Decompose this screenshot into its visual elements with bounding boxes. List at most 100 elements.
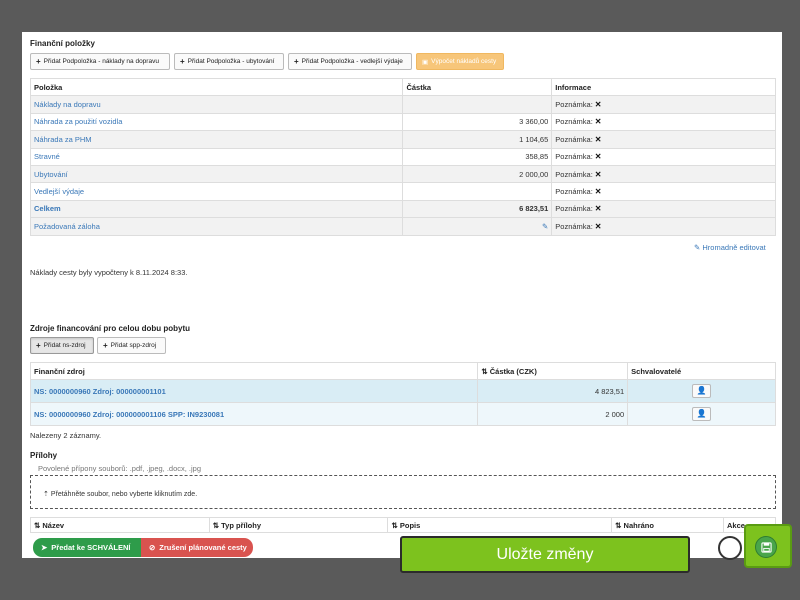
funding-table: Finanční zdroj ⇅ Částka (CZK) Schvalovat… <box>29 362 776 426</box>
plus-icon: + <box>36 341 41 350</box>
column-header-source[interactable]: Finanční zdroj <box>29 362 479 380</box>
cost-item-amount: 1 104,65 <box>402 130 553 149</box>
plus-icon: + <box>294 57 299 66</box>
user-icon[interactable]: 👤 <box>692 407 712 421</box>
table-row: Požadovaná záloha ✎ Poznámka: ✕ <box>29 217 776 236</box>
table-row: Celkem 6 823,51 Poznámka: ✕ <box>29 199 776 219</box>
add-spp-source-button[interactable]: + Přidat spp-zdroj <box>97 337 166 354</box>
plus-icon: + <box>36 57 41 66</box>
close-icon[interactable]: ✕ <box>595 222 602 231</box>
sort-icon: ⇅ <box>615 520 622 530</box>
funding-source[interactable]: NS: 0000000960 Zdroj: 000000001106 SPP: … <box>29 402 479 426</box>
cost-item-amount: 6 823,51 <box>402 199 553 219</box>
allowed-extensions-text: Povolené přípony souborů: .pdf, .jpeg, .… <box>38 464 202 473</box>
close-icon[interactable]: ✕ <box>595 135 602 144</box>
close-icon[interactable]: ✕ <box>595 204 602 213</box>
cost-item-note: Poznámka: ✕ <box>551 199 776 219</box>
close-icon[interactable]: ✕ <box>595 100 602 109</box>
add-transport-button[interactable]: + Přidat Podpoložka - náklady na dopravu <box>30 53 170 70</box>
cancel-trip-button[interactable]: ⊘ Zrušení plánované cesty <box>141 538 253 557</box>
small-circle-indicator <box>718 536 742 560</box>
close-icon[interactable]: ✕ <box>595 152 602 161</box>
table-row: Stravné 358,85 Poznámka: ✕ <box>29 147 776 166</box>
close-icon[interactable]: ✕ <box>595 187 602 196</box>
cost-item-amount: ✎ <box>402 217 553 236</box>
column-header-uploaded[interactable]: ⇅ Nahráno <box>611 517 724 533</box>
cost-item-amount: 3 360,00 <box>402 112 553 132</box>
attachments-title: Přílohy <box>30 451 58 460</box>
column-header-approvers[interactable]: Schvalovatelé <box>627 362 776 380</box>
cost-item-note: Poznámka: ✕ <box>551 217 776 236</box>
column-header-item[interactable]: Položka <box>29 77 404 97</box>
pencil-icon[interactable]: ✎ <box>542 222 548 231</box>
attachments-table: ⇅ Název ⇅ Typ přílohy ⇅ Popis ⇅ Nahráno … <box>30 517 776 533</box>
funding-source[interactable]: NS: 0000000960 Zdroj: 000000001101 <box>29 379 479 403</box>
column-header-info[interactable]: Informace <box>551 77 776 97</box>
column-header-name[interactable]: ⇅ Název <box>30 517 210 533</box>
table-row: NS: 0000000960 Zdroj: 000000001101 4 823… <box>29 379 776 403</box>
cost-item-note: Poznámka: ✕ <box>551 147 776 166</box>
add-accommodation-button[interactable]: + Přidat Podpoložka - ubytování <box>174 53 284 70</box>
column-header-type[interactable]: ⇅ Typ přílohy <box>208 517 389 533</box>
funding-amount: 2 000 <box>477 402 629 426</box>
plus-icon: + <box>180 57 185 66</box>
approvers-cell: 👤 <box>627 402 776 426</box>
cost-item-note: Poznámka: ✕ <box>551 182 776 201</box>
plus-icon: + <box>103 341 108 350</box>
cost-item-amount <box>402 95 553 114</box>
save-tooltip: Uložte změny <box>400 536 690 573</box>
cost-item-note: Poznámka: ✕ <box>551 112 776 132</box>
save-button[interactable] <box>755 536 777 558</box>
upload-icon: ⇡ <box>43 491 49 498</box>
cost-item-name[interactable]: Náklady na dopravu <box>29 95 404 114</box>
records-found-text: Nalezeny 2 záznamy. <box>30 431 102 440</box>
table-row: NS: 0000000960 Zdroj: 000000001106 SPP: … <box>29 402 776 426</box>
floppy-disk-icon <box>760 541 772 553</box>
funding-title: Zdroje financování pro celou dobu pobytu <box>30 324 190 333</box>
funding-amount: 4 823,51 <box>477 379 629 403</box>
approvers-cell: 👤 <box>627 379 776 403</box>
save-icon: ▣ <box>422 58 429 66</box>
compute-costs-button[interactable]: ▣ Výpočet nákladů cesty <box>416 53 504 70</box>
close-icon[interactable]: ✕ <box>595 170 602 179</box>
submit-for-approval-button[interactable]: ➤ Předat ke SCHVÁLENÍ <box>33 538 141 557</box>
column-header-amount-czk[interactable]: ⇅ Částka (CZK) <box>477 362 629 380</box>
file-dropzone[interactable]: ⇡ Přetáhněte soubor, nebo vyberte kliknu… <box>30 475 776 509</box>
table-row: Ubytování 2 000,00 Poznámka: ✕ <box>29 164 776 184</box>
close-icon[interactable]: ✕ <box>595 117 602 126</box>
table-row: Vedlejší výdaje Poznámka: ✕ <box>29 182 776 201</box>
table-row: Náhrada za použití vozidla 3 360,00 Pozn… <box>29 112 776 132</box>
costs-title: Finanční položky <box>30 39 95 48</box>
computed-info-text: Náklady cesty byly vypočteny k 8.11.2024… <box>30 268 188 277</box>
cost-item-amount <box>402 182 553 201</box>
cost-item-note: Poznámka: ✕ <box>551 95 776 114</box>
cost-item-note: Poznámka: ✕ <box>551 130 776 149</box>
cost-item-amount: 358,85 <box>402 147 553 166</box>
cost-item-name[interactable]: Požadovaná záloha <box>29 217 404 236</box>
add-side-expense-button[interactable]: + Přidat Podpoložka - vedlejší výdaje <box>288 53 412 70</box>
add-ns-source-button[interactable]: + Přidat ns-zdroj <box>30 337 94 354</box>
sort-icon: ⇅ <box>34 520 41 530</box>
cost-item-name[interactable]: Ubytování <box>29 164 404 184</box>
sort-icon: ⇅ <box>212 520 220 530</box>
column-header-amount[interactable]: Částka <box>402 77 553 97</box>
send-icon: ➤ <box>41 543 48 552</box>
costs-table: Položka Částka Informace Náklady na dopr… <box>29 77 776 236</box>
user-icon[interactable]: 👤 <box>692 384 712 398</box>
table-row: Náklady na dopravu Poznámka: ✕ <box>29 95 776 114</box>
cancel-icon: ⊘ <box>149 543 156 552</box>
sort-icon: ⇅ <box>391 520 398 530</box>
column-header-description[interactable]: ⇅ Popis <box>387 517 613 533</box>
pencil-icon: ✎ <box>694 243 701 252</box>
cost-item-note: Poznámka: ✕ <box>551 164 776 184</box>
cost-item-name[interactable]: Náhrada za použití vozidla <box>29 112 404 132</box>
table-row: Náhrada za PHM 1 104,65 Poznámka: ✕ <box>29 130 776 149</box>
cost-item-name: Celkem <box>29 199 404 219</box>
sort-icon: ⇅ <box>481 366 488 376</box>
cost-item-name[interactable]: Vedlejší výdaje <box>29 182 404 201</box>
cost-item-name[interactable]: Náhrada za PHM <box>29 130 404 149</box>
save-highlight <box>744 524 792 568</box>
cost-item-name[interactable]: Stravné <box>29 147 404 166</box>
bulk-edit-link[interactable]: ✎ Hromadně editovat <box>694 243 766 252</box>
cost-item-amount: 2 000,00 <box>402 164 553 184</box>
